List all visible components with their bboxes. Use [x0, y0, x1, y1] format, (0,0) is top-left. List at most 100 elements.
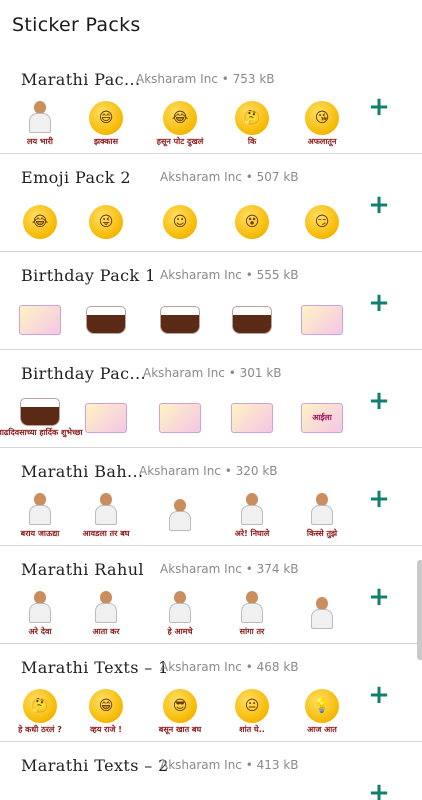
sticker-caption: बसून खात बघ	[158, 725, 202, 734]
sticker-art	[159, 402, 201, 433]
pack-name: Marathi Pac...	[21, 70, 141, 89]
sticker-art: 😜	[89, 204, 123, 239]
sticker-art	[160, 305, 200, 334]
sticker-art: 🤔	[23, 689, 57, 723]
person-icon: आवडला तर बघ	[80, 492, 132, 540]
sticker-caption: अफलातून	[307, 137, 337, 146]
sticker-art: 🤔	[235, 101, 269, 135]
sticker-caption: आता कर	[92, 627, 120, 636]
sticker-preview-strip: बराय जाऊद्या आवडला तर बघ अरे! निघाले किस्से…	[14, 492, 354, 540]
person-icon: अरे! निघाले	[226, 492, 278, 540]
birthday-card-icon	[226, 394, 278, 442]
sticker-art	[86, 305, 126, 334]
grin-emoji-icon: 😁 व्हय राजे !	[80, 688, 132, 736]
kiss-emoji-icon: 😘 अफलातून	[296, 100, 348, 148]
sticker-pack-row[interactable]: Emoji Pack 2 Aksharam Inc • 507 kB 😂 😜 ☺ 😵 😏 +	[0, 154, 422, 252]
birthday-card-icon	[296, 296, 348, 344]
sticker-art: 😐	[235, 689, 269, 723]
person-icon	[296, 590, 348, 638]
pack-header: Marathi Rahul	[21, 560, 144, 584]
laugh-cry-emoji-icon: 😂	[14, 198, 66, 246]
sticker-art	[237, 493, 267, 527]
sticker-pack-row[interactable]: Birthday Pac... Aksharam Inc • 301 kB वाढद…	[0, 350, 422, 448]
cake-icon	[226, 296, 278, 344]
sticker-caption: किस्से तुझे	[306, 529, 338, 538]
sticker-art	[232, 305, 272, 334]
person-icon: किस्से तुझे	[296, 492, 348, 540]
add-pack-button[interactable]: +	[368, 290, 390, 316]
sticker-art	[19, 304, 61, 335]
pack-header: Birthday Pack 1	[21, 266, 156, 290]
pack-publisher-size: Aksharam Inc • 555 kB	[160, 268, 299, 282]
sticker-caption: हे कधी ठरलं ?	[18, 725, 62, 734]
sticker-art	[25, 591, 55, 625]
add-pack-button[interactable]: +	[368, 780, 390, 800]
add-pack-button[interactable]: +	[368, 682, 390, 708]
add-pack-button[interactable]: +	[368, 192, 390, 218]
sticker-caption: व्हय राजे !	[90, 725, 122, 734]
crazy-emoji-icon: 😜	[80, 198, 132, 246]
neutral-emoji-icon: 😐 शांत घे..	[226, 688, 278, 736]
sticker-caption: वाढदिवसाच्या हार्दिक शुभेच्छा	[0, 428, 83, 437]
sticker-caption: सांगा तर	[239, 627, 265, 636]
sticker-art	[307, 596, 337, 631]
sticker-art: आईला	[301, 402, 343, 433]
birthday-card-icon	[14, 296, 66, 344]
pack-header: Birthday Pac...	[21, 364, 146, 388]
add-pack-button[interactable]: +	[368, 388, 390, 414]
pack-name: Marathi Texts – 2	[21, 756, 169, 775]
thinking-emoji-icon: 💡 आज आत	[296, 688, 348, 736]
pack-header: Marathi Bah...	[21, 462, 144, 486]
pack-publisher-size: Aksharam Inc • 374 kB	[160, 562, 299, 576]
birthday-card-icon: आईला	[296, 394, 348, 442]
sticker-preview-strip: 😂 😜 ☺ 😵 😏	[14, 198, 354, 246]
person-icon: बराय जाऊद्या	[14, 492, 66, 540]
sticker-pack-row[interactable]: Marathi Bah... Aksharam Inc • 320 kB बराय …	[0, 448, 422, 546]
pack-publisher-size: Aksharam Inc • 753 kB	[136, 72, 275, 86]
sticker-caption: हसून पोट दुखलं	[156, 137, 204, 146]
sticker-caption: हे आमचे	[167, 627, 193, 636]
grin-emoji-icon: 😄 झक्कास	[80, 100, 132, 148]
laugh-cry-emoji-icon: 😂 हसून पोट दुखलं	[154, 100, 206, 148]
pack-publisher-size: Aksharam Inc • 413 kB	[160, 758, 299, 772]
sticker-pack-row[interactable]: Marathi Pac... Aksharam Inc • 753 kB लय भा…	[0, 56, 422, 154]
add-pack-button[interactable]: +	[368, 94, 390, 120]
sticker-pack-row[interactable]: Marathi Texts – 1 Aksharam Inc • 468 kB 🤔 ह…	[0, 644, 422, 742]
person-icon: हे आमचे	[154, 590, 206, 638]
pack-header: Marathi Texts – 2	[21, 756, 169, 780]
sticker-pack-row[interactable]: Marathi Texts – 2 Aksharam Inc • 413 kB +	[0, 742, 422, 800]
sticker-art	[25, 101, 55, 135]
sticker-preview-strip: लय भारी 😄 झक्कास 😂 हसून पोट दुखलं 🤔 कि 😘 अफलातून	[14, 100, 354, 148]
shy-emoji-icon: ☺	[154, 198, 206, 246]
add-pack-button[interactable]: +	[368, 584, 390, 610]
sticker-caption: बराय जाऊद्या	[20, 529, 60, 538]
smirk-emoji-icon: 😏	[296, 198, 348, 246]
sticker-art	[307, 493, 337, 527]
sticker-pack-row[interactable]: Birthday Pack 1 Aksharam Inc • 555 kB +	[0, 252, 422, 350]
scrollbar-handle[interactable]	[417, 560, 422, 660]
birthday-card-icon	[80, 394, 132, 442]
sticker-caption: आज आत	[307, 725, 337, 734]
person-icon	[154, 492, 206, 540]
sticker-art	[301, 304, 343, 335]
sticker-art	[91, 493, 121, 527]
turban-person-icon: लय भारी	[14, 100, 66, 148]
sticker-art	[91, 591, 121, 625]
sticker-art	[165, 591, 195, 625]
pack-name: Marathi Texts – 1	[21, 658, 169, 677]
sticker-art	[237, 591, 267, 625]
sticker-caption: अरे देवा	[28, 627, 52, 636]
sticker-art: 😂	[163, 101, 197, 135]
person-icon: आता कर	[80, 590, 132, 638]
sticker-caption: शांत घे..	[239, 725, 265, 734]
pack-name: Birthday Pac...	[21, 364, 146, 383]
add-pack-button[interactable]: +	[368, 486, 390, 512]
sticker-pack-row[interactable]: Marathi Rahul Aksharam Inc • 374 kB अरे दे…	[0, 546, 422, 644]
pack-name: Marathi Rahul	[21, 560, 144, 579]
sticker-art: 😏	[305, 204, 339, 239]
sticker-art: ☺	[163, 204, 197, 239]
sticker-caption: आवडला तर बघ	[82, 529, 130, 538]
cool-emoji-icon: 😎 बसून खात बघ	[154, 688, 206, 736]
pack-publisher-size: Aksharam Inc • 507 kB	[160, 170, 299, 184]
sticker-art: 😘	[305, 101, 339, 135]
